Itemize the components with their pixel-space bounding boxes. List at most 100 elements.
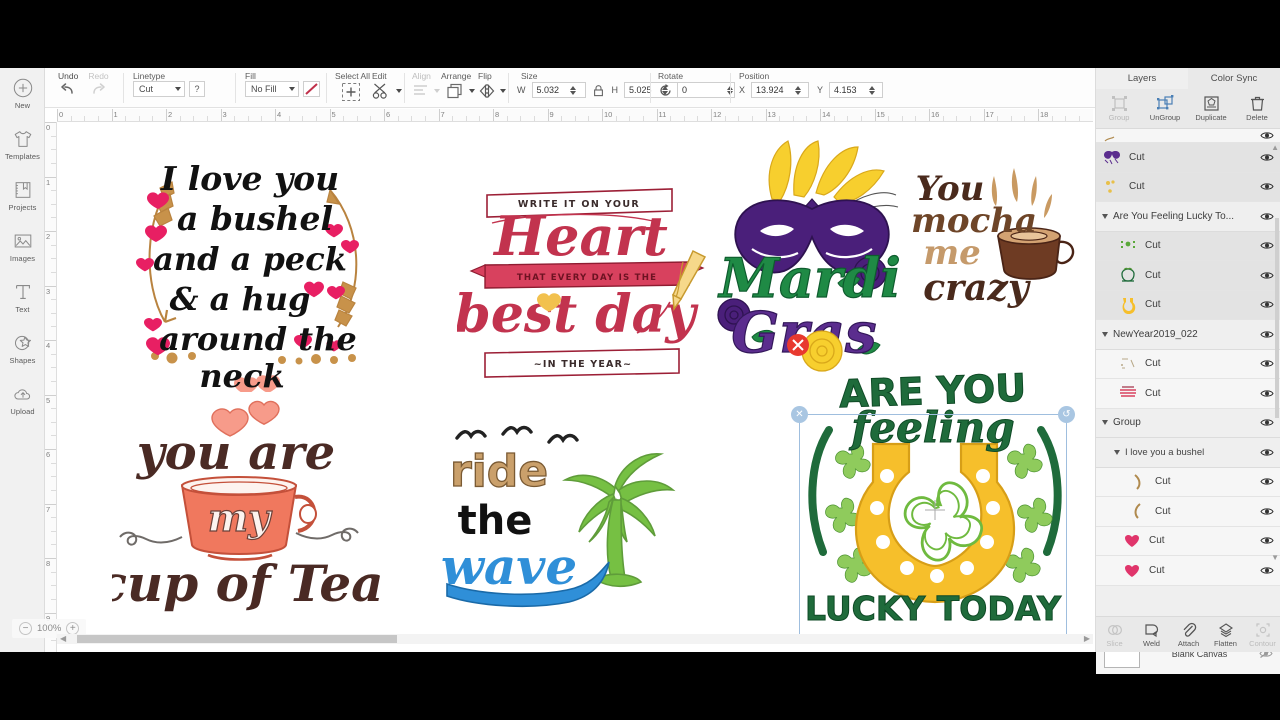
group-button[interactable]: Group <box>1096 89 1142 128</box>
mardi-mask-thumb <box>1102 147 1122 167</box>
width-stepper[interactable] <box>569 85 576 95</box>
eye-icon[interactable] <box>1260 152 1274 163</box>
chevron-down-icon[interactable] <box>1102 420 1108 426</box>
y-stepper[interactable] <box>869 85 876 95</box>
x-input[interactable]: 13.924 <box>751 82 810 98</box>
canvas-horizontal-scrollbar[interactable]: ◀ ▶ <box>57 634 1093 644</box>
layer-row-partial[interactable] <box>1096 129 1280 143</box>
slice-button[interactable]: Slice <box>1096 617 1133 652</box>
contour-button[interactable]: Contour <box>1244 617 1280 652</box>
sidebar-item-projects[interactable]: Projects <box>0 170 45 221</box>
chevron-down-icon[interactable] <box>500 89 506 93</box>
layer-row[interactable]: Cut <box>1096 172 1280 202</box>
no-fill-slash-icon[interactable] <box>303 81 320 97</box>
eye-icon[interactable] <box>1260 417 1274 428</box>
eye-icon[interactable] <box>1260 130 1274 141</box>
eye-icon[interactable] <box>1260 329 1274 340</box>
undo-button[interactable]: Undo <box>58 71 78 97</box>
x-stepper[interactable] <box>795 85 802 95</box>
layer-row[interactable]: Cut <box>1096 467 1280 497</box>
eye-icon[interactable] <box>1260 240 1274 251</box>
eye-icon[interactable] <box>1260 211 1274 222</box>
eye-icon[interactable] <box>1260 358 1274 369</box>
lock-icon[interactable] <box>590 84 608 97</box>
tab-layers[interactable]: Layers <box>1096 68 1188 89</box>
delete-button[interactable]: Delete <box>1234 89 1280 128</box>
layers-list[interactable]: ▲ Cut Cut Are You Feeling Lucky To... Cu… <box>1096 129 1280 636</box>
eye-icon[interactable] <box>1260 388 1274 399</box>
eye-icon[interactable] <box>1260 565 1274 576</box>
layer-group-row[interactable]: NewYear2019_022 <box>1096 320 1280 350</box>
layer-subgroup-row[interactable]: I love you a bushel <box>1096 438 1280 468</box>
selection-handle-rotate[interactable]: ↺ <box>1058 406 1075 423</box>
eye-icon[interactable] <box>1260 476 1274 487</box>
dashed-plus-icon[interactable] <box>341 82 361 102</box>
layer-row[interactable]: Cut <box>1096 526 1280 556</box>
rotate-input[interactable]: 0 <box>677 82 735 98</box>
eye-icon[interactable] <box>1260 506 1274 517</box>
layer-row[interactable]: Cut <box>1096 379 1280 409</box>
selection-bounding-box[interactable]: ✕ ↺ ● ▾ <box>791 406 1075 634</box>
redo-button[interactable]: Redo <box>88 71 109 97</box>
flatten-button[interactable]: Flatten <box>1207 617 1244 652</box>
sidebar-item-new[interactable]: New <box>0 68 45 119</box>
layer-group-row[interactable]: Group <box>1096 408 1280 438</box>
sidebar-item-shapes[interactable]: Shapes <box>0 323 45 374</box>
green-dots-thumb <box>1118 236 1138 256</box>
layer-row[interactable]: Cut <box>1096 290 1280 320</box>
ungroup-button[interactable]: UnGroup <box>1142 89 1188 128</box>
eye-icon[interactable] <box>1260 270 1274 281</box>
zoom-value: 100% <box>37 623 62 634</box>
attach-button[interactable]: Attach <box>1170 617 1207 652</box>
eye-icon[interactable] <box>1260 535 1274 546</box>
linetype-select[interactable]: Cut <box>133 81 185 97</box>
layer-row[interactable]: Cut <box>1096 556 1280 586</box>
ruler-tick <box>111 109 113 121</box>
scrollbar-thumb[interactable] <box>77 635 397 643</box>
layers-scrollbar[interactable] <box>1275 218 1279 418</box>
eye-icon[interactable] <box>1260 299 1274 310</box>
duplicate-button[interactable]: Duplicate <box>1188 89 1234 128</box>
flip-icon[interactable] <box>478 82 496 100</box>
layers-scroll-up-icon[interactable]: ▲ <box>1271 143 1279 152</box>
layers-icon[interactable] <box>446 82 465 100</box>
chevron-down-icon[interactable] <box>1114 449 1120 455</box>
layers-scroll-down-icon[interactable]: ▼ <box>1271 553 1279 562</box>
layer-row[interactable]: Cut <box>1096 497 1280 527</box>
scissors-icon[interactable] <box>372 82 392 100</box>
layer-row[interactable]: Cut <box>1096 261 1280 291</box>
sidebar-item-templates[interactable]: Templates <box>0 119 45 170</box>
layer-row[interactable]: Cut <box>1096 143 1280 173</box>
y-input[interactable]: 4.153 <box>829 82 884 98</box>
ruler-tick <box>711 109 712 121</box>
scroll-left-icon[interactable]: ◀ <box>60 634 66 643</box>
design-mardi-gras[interactable]: Mardi Gras <box>712 137 912 387</box>
chevron-down-icon[interactable] <box>396 89 402 93</box>
design-write-it-on-your-heart[interactable]: WRITE IT ON YOUR Heart THAT EVERY DAY IS… <box>457 177 717 392</box>
tab-color-sync[interactable]: Color Sync <box>1188 68 1280 89</box>
selection-handle-delete[interactable]: ✕ <box>791 406 808 423</box>
layer-group-row[interactable]: Are You Feeling Lucky To... <box>1096 202 1280 232</box>
layer-row[interactable]: Cut <box>1096 231 1280 261</box>
zoom-out-button[interactable]: − <box>19 622 32 635</box>
chevron-down-icon[interactable] <box>1102 331 1108 337</box>
sidebar-item-images[interactable]: Images <box>0 221 45 272</box>
scroll-right-icon[interactable]: ▶ <box>1084 634 1090 643</box>
sidebar-item-text[interactable]: Text <box>0 272 45 323</box>
design-you-mocha-me-crazy[interactable]: You mocha me crazy <box>902 160 1082 325</box>
linetype-help-button[interactable]: ? <box>189 81 205 97</box>
design-i-love-you-a-bushel[interactable]: I love you a bushel and a peck & a hug a… <box>110 142 390 392</box>
design-ride-the-wave[interactable]: ride the wave <box>437 412 687 612</box>
chevron-down-icon[interactable] <box>469 89 475 93</box>
design-canvas[interactable]: I love you a bushel and a peck & a hug a… <box>57 122 1093 634</box>
layer-row[interactable]: Cut <box>1096 349 1280 379</box>
design-you-are-my-cup-of-tea[interactable]: you are my cup of Tea <box>112 397 382 612</box>
eye-icon[interactable] <box>1260 447 1274 458</box>
ruler-label: 0 <box>59 110 64 119</box>
eye-icon[interactable] <box>1260 181 1274 192</box>
weld-button[interactable]: Weld <box>1133 617 1170 652</box>
sidebar-item-upload[interactable]: Upload <box>0 374 45 425</box>
chevron-down-icon[interactable] <box>1102 213 1108 219</box>
width-input[interactable]: 5.032 <box>531 82 586 98</box>
fill-select[interactable]: No Fill <box>245 81 299 97</box>
